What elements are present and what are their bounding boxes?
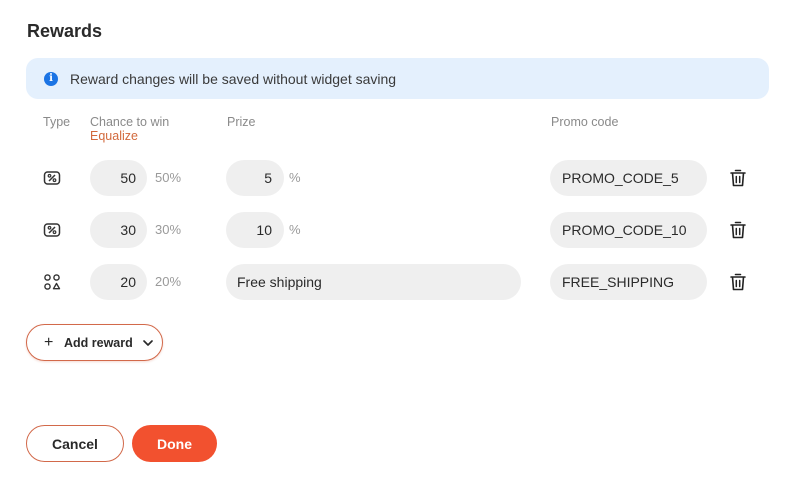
discount-percent-icon — [43, 171, 61, 185]
column-header-promo-code: Promo code — [551, 115, 619, 129]
chance-percent: 30% — [155, 222, 182, 237]
trash-icon[interactable] — [729, 220, 747, 240]
cancel-button[interactable]: Cancel — [26, 425, 124, 462]
info-icon: i — [44, 71, 58, 86]
promo-code-input[interactable]: PROMO_CODE_5 — [550, 160, 707, 196]
done-button[interactable]: Done — [132, 425, 217, 462]
promo-code-input[interactable]: PROMO_CODE_10 — [550, 212, 707, 248]
prize-input[interactable]: 10 — [226, 212, 284, 248]
plus-icon: + — [44, 333, 54, 351]
column-header-type: Type — [43, 115, 71, 129]
reward-row: 20 20% Free shipping FREE_SHIPPING — [0, 264, 800, 300]
chance-percent: 20% — [155, 274, 182, 289]
add-reward-label: Add reward — [64, 335, 133, 350]
reward-row: 30 30% 10 % PROMO_CODE_10 — [0, 212, 800, 248]
chevron-down-icon — [142, 339, 153, 346]
page-title: Rewards — [27, 21, 103, 41]
equalize-link[interactable]: Equalize — [90, 129, 138, 143]
prize-unit: % — [289, 222, 301, 237]
column-header-chance: Chance to win — [90, 115, 170, 129]
promo-code-input[interactable]: FREE_SHIPPING — [550, 264, 707, 300]
prize-input[interactable]: 5 — [226, 160, 284, 196]
add-reward-button[interactable]: + Add reward — [26, 324, 163, 361]
reward-row: 50 50% 5 % PROMO_CODE_5 — [0, 160, 800, 196]
discount-percent-icon — [43, 223, 61, 237]
trash-icon[interactable] — [729, 272, 747, 292]
prize-unit: % — [289, 170, 301, 185]
chance-input[interactable]: 50 — [90, 160, 147, 196]
chance-input[interactable]: 30 — [90, 212, 147, 248]
info-banner-text: Reward changes will be saved without wid… — [70, 70, 397, 87]
prize-input[interactable]: Free shipping — [226, 264, 521, 300]
free-shipping-icon — [44, 274, 61, 290]
column-header-prize: Prize — [227, 115, 256, 129]
info-banner: i Reward changes will be saved without w… — [26, 58, 769, 99]
trash-icon[interactable] — [729, 168, 747, 188]
chance-percent: 50% — [155, 170, 182, 185]
chance-input[interactable]: 20 — [90, 264, 147, 300]
